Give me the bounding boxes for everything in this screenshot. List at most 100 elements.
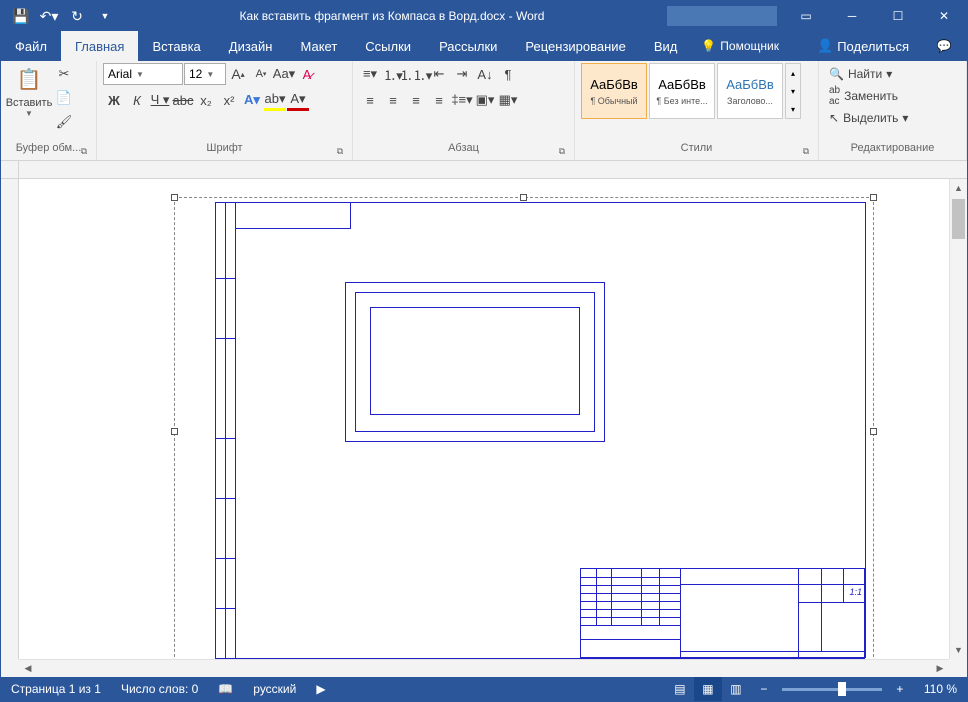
status-proofing-icon[interactable]: 📖 [208, 682, 243, 696]
status-page[interactable]: Страница 1 из 1 [1, 682, 111, 696]
font-size-combo[interactable]: 12▼ [184, 63, 226, 85]
find-button[interactable]: 🔍 Найти ▾ [825, 65, 912, 83]
format-painter-icon[interactable]: 🖌 [53, 111, 75, 133]
bold-button[interactable]: Ж [103, 89, 125, 111]
decrease-indent-icon[interactable]: ⇤ [428, 63, 450, 85]
group-styles: АаБбВв ¶ Обычный АаБбВв ¶ Без инте... Аа… [575, 61, 819, 160]
tab-mailings[interactable]: Рассылки [425, 31, 511, 61]
multilevel-icon[interactable]: ⒈⒈▾ [405, 63, 427, 85]
scroll-up-icon[interactable]: ▲ [950, 179, 967, 197]
styles-more[interactable]: ▴ ▾ ▾ [785, 63, 801, 119]
copy-icon[interactable]: 📄 [53, 87, 75, 109]
grow-font-icon[interactable]: A▴ [227, 63, 249, 85]
paste-button[interactable]: 📋 Вставить ▼ [7, 63, 51, 118]
clear-format-icon[interactable]: A̷ [296, 63, 318, 85]
font-color-icon[interactable]: A▾ [287, 89, 309, 111]
align-right-icon[interactable]: ≡ [405, 89, 427, 111]
select-button[interactable]: ↖ Выделить ▾ [825, 109, 912, 127]
underline-button[interactable]: Ч ▾ [149, 89, 171, 111]
find-label: Найти [848, 67, 882, 81]
select-label: Выделить [843, 111, 898, 125]
qat-more-icon[interactable]: ▼ [93, 4, 117, 28]
highlight-icon[interactable]: ab▾ [264, 89, 286, 111]
ruler-vertical[interactable] [1, 179, 19, 659]
tell-me[interactable]: 💡 Помощник [691, 31, 789, 61]
ruler-corner [1, 161, 19, 179]
selected-object-frame[interactable]: 1:1 [174, 197, 874, 659]
status-language[interactable]: русский [243, 682, 306, 696]
scroll-left-icon[interactable]: ◀ [19, 660, 37, 677]
styles-up-icon[interactable]: ▴ [786, 64, 800, 82]
zoom-out-icon[interactable]: − [750, 677, 778, 701]
comments-icon[interactable]: 💬 [921, 31, 967, 61]
view-read-icon[interactable]: ▤ [666, 677, 694, 701]
view-print-icon[interactable]: ▦ [694, 677, 722, 701]
tab-home[interactable]: Главная [61, 31, 138, 61]
style-heading1[interactable]: АаБбВв Заголово... [717, 63, 783, 119]
undo-icon[interactable]: ↶▾ [37, 4, 61, 28]
redo-icon[interactable]: ↻ [65, 4, 89, 28]
sort-icon[interactable]: A↓ [474, 63, 496, 85]
tab-references[interactable]: Ссылки [351, 31, 425, 61]
share-button[interactable]: 👤 Поделиться [805, 31, 921, 61]
bullets-icon[interactable]: ≡▾ [359, 63, 381, 85]
ribbon-display-icon[interactable]: ▭ [783, 1, 829, 31]
tab-insert[interactable]: Вставка [138, 31, 214, 61]
window-title: Как вставить фрагмент из Компаса в Ворд.… [117, 9, 667, 23]
subscript-button[interactable]: x₂ [195, 89, 217, 111]
style-nospacing[interactable]: АаБбВв ¶ Без инте... [649, 63, 715, 119]
account-placeholder[interactable] [667, 6, 777, 26]
maximize-icon[interactable]: ☐ [875, 1, 921, 31]
change-case-icon[interactable]: Aa▾ [273, 63, 295, 85]
borders-icon[interactable]: ▦▾ [497, 89, 519, 111]
style-preview-2: АаБбВв [726, 77, 774, 92]
increase-indent-icon[interactable]: ⇥ [451, 63, 473, 85]
minimize-icon[interactable]: ─ [829, 1, 875, 31]
paste-icon: 📋 [13, 63, 45, 95]
tab-file[interactable]: Файл [1, 31, 61, 61]
zoom-slider[interactable] [782, 688, 882, 691]
scroll-down-icon[interactable]: ▼ [950, 641, 967, 659]
styles-launcher-icon[interactable]: ⧉ [800, 146, 812, 158]
scrollbar-horizontal[interactable]: ◀ ▶ [19, 659, 949, 677]
align-justify-icon[interactable]: ≡ [428, 89, 450, 111]
close-icon[interactable]: ✕ [921, 1, 967, 31]
view-web-icon[interactable]: ▥ [722, 677, 750, 701]
font-launcher-icon[interactable]: ⧉ [334, 146, 346, 158]
shading-icon[interactable]: ▣▾ [474, 89, 496, 111]
clipboard-launcher-icon[interactable]: ⧉ [78, 146, 90, 158]
shrink-font-icon[interactable]: A▾ [250, 63, 272, 85]
ruler-horizontal[interactable] [19, 161, 949, 179]
style-name-0: ¶ Обычный [590, 96, 637, 106]
zoom-value[interactable]: 110 % [914, 682, 967, 696]
align-left-icon[interactable]: ≡ [359, 89, 381, 111]
tab-view[interactable]: Вид [640, 31, 692, 61]
para-launcher-icon[interactable]: ⧉ [556, 146, 568, 158]
document-area[interactable]: 1:1 [19, 179, 949, 659]
zoom-in-icon[interactable]: + [886, 677, 914, 701]
strikethrough-button[interactable]: abc [172, 89, 194, 111]
style-normal[interactable]: АаБбВв ¶ Обычный [581, 63, 647, 119]
style-name-2: Заголово... [727, 96, 773, 106]
replace-button[interactable]: abac Заменить [825, 83, 912, 109]
styles-expand-icon[interactable]: ▾ [786, 100, 800, 118]
show-marks-icon[interactable]: ¶ [497, 63, 519, 85]
font-name-combo[interactable]: Arial▼ [103, 63, 183, 85]
superscript-button[interactable]: x² [218, 89, 240, 111]
styles-down-icon[interactable]: ▾ [786, 82, 800, 100]
text-effects-icon[interactable]: A▾ [241, 89, 263, 111]
status-macro-icon[interactable]: ▶ [306, 682, 335, 696]
scroll-thumb-v[interactable] [952, 199, 965, 239]
cut-icon[interactable]: ✂ [53, 63, 75, 85]
tab-layout[interactable]: Макет [286, 31, 351, 61]
status-wordcount[interactable]: Число слов: 0 [111, 682, 208, 696]
line-spacing-icon[interactable]: ‡≡▾ [451, 89, 473, 111]
scroll-right-icon[interactable]: ▶ [931, 660, 949, 677]
italic-button[interactable]: К [126, 89, 148, 111]
tab-design[interactable]: Дизайн [215, 31, 287, 61]
save-icon[interactable]: 💾 [9, 4, 33, 28]
tab-review[interactable]: Рецензирование [511, 31, 639, 61]
align-center-icon[interactable]: ≡ [382, 89, 404, 111]
scrollbar-vertical[interactable]: ▲ ▼ [949, 179, 967, 659]
zoom-slider-thumb[interactable] [838, 682, 846, 696]
